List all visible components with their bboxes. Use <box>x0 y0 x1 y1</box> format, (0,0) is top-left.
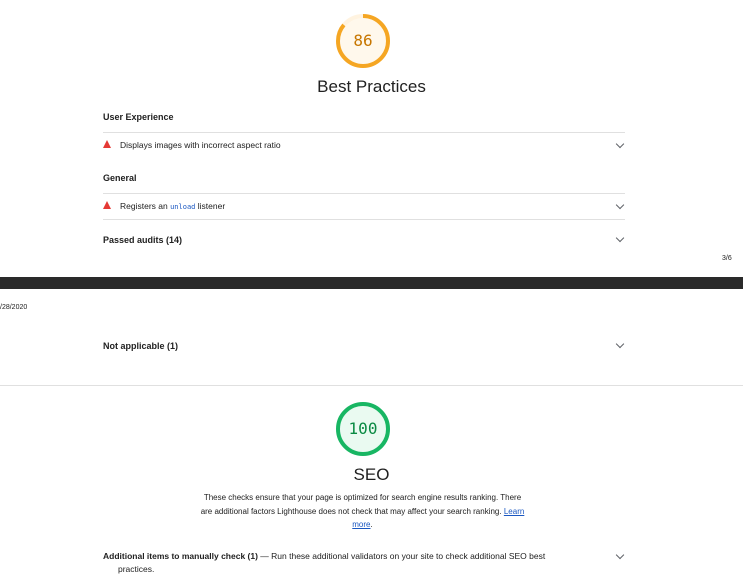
manual-checks-title: Additional items to manually check (1) <box>103 551 258 561</box>
divider <box>103 219 625 220</box>
page-break-bar <box>0 277 743 289</box>
best-practices-score: 86 <box>353 31 373 50</box>
audit-row-image-aspect-ratio[interactable]: Displays images with incorrect aspect ra… <box>103 134 625 158</box>
seo-description: These checks ensure that your page is op… <box>200 493 525 529</box>
chevron-down-icon[interactable] <box>615 550 625 560</box>
group-title-general: General <box>103 173 137 183</box>
audit-title: Displays images with incorrect aspect ra… <box>120 140 281 150</box>
seo-score: 100 <box>348 419 378 438</box>
seo-title: SEO <box>353 465 390 484</box>
passed-audits-toggle[interactable]: Passed audits (14) <box>103 235 182 245</box>
not-applicable-toggle[interactable]: Not applicable (1) <box>103 341 178 351</box>
divider <box>103 193 625 194</box>
manual-checks-text-continued: practices. <box>118 564 155 574</box>
best-practices-title: Best Practices <box>317 77 426 96</box>
page-number: 3/6 <box>722 255 732 262</box>
manual-checks-toggle[interactable]: Additional items to manually check (1) —… <box>103 551 545 561</box>
audit-title: Registers an unload listener <box>120 201 226 211</box>
audit-row-unload-listener[interactable]: Registers an unload listener <box>103 195 625 219</box>
warning-triangle-icon <box>103 201 111 209</box>
group-title-user-experience: User Experience <box>103 112 174 122</box>
chevron-down-icon[interactable] <box>615 233 625 243</box>
divider <box>103 132 625 133</box>
seo-score-gauge: 100 <box>335 401 391 457</box>
page-header-date: /28/2020 <box>0 304 28 311</box>
chevron-down-icon[interactable] <box>615 139 625 149</box>
best-practices-score-gauge: 86 <box>335 13 391 69</box>
code-unload: unload <box>170 203 196 211</box>
chevron-down-icon[interactable] <box>615 200 625 210</box>
manual-checks-text: — Run these additional validators on you… <box>260 551 546 561</box>
warning-triangle-icon <box>103 140 111 148</box>
section-divider <box>0 385 743 386</box>
chevron-down-icon[interactable] <box>615 339 625 349</box>
